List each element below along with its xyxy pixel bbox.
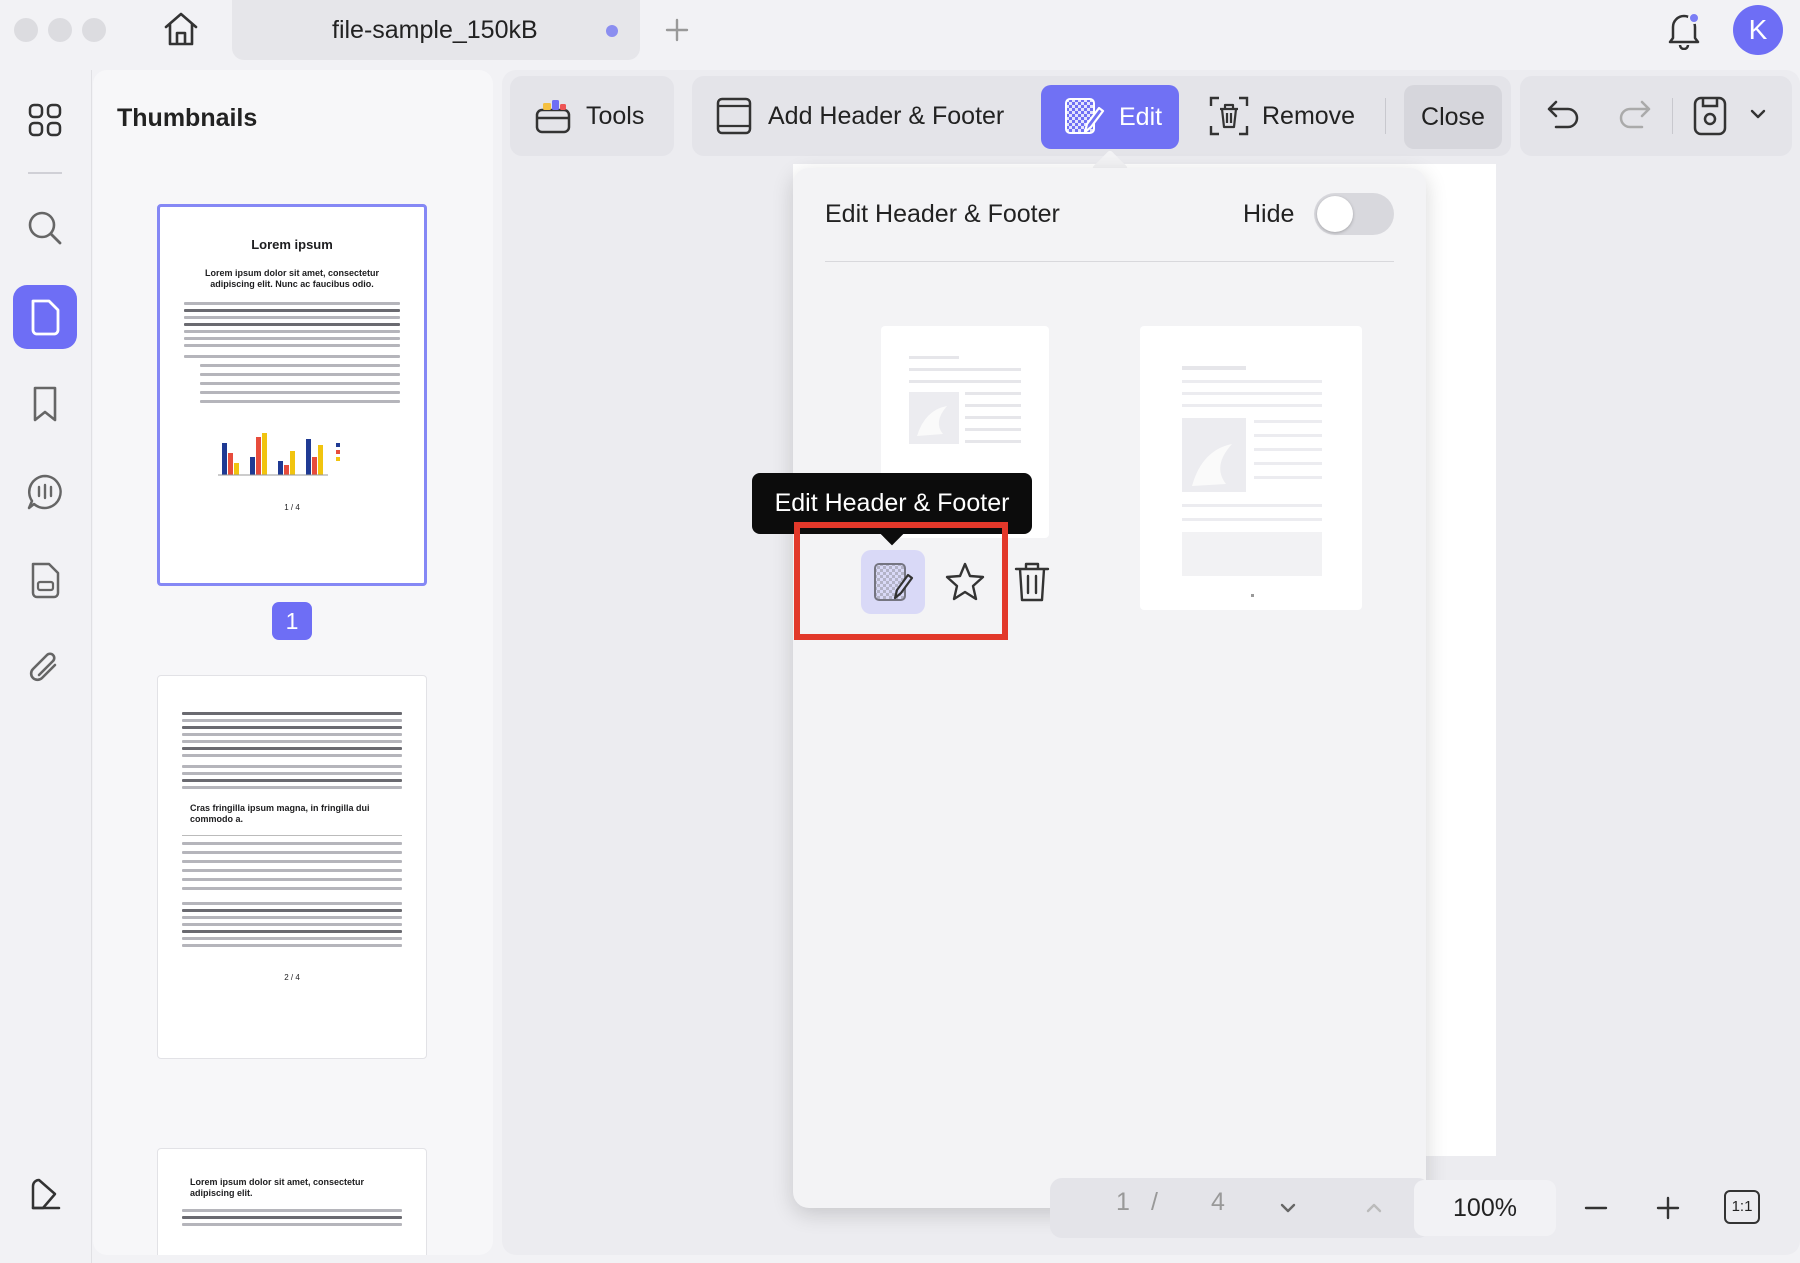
window-minimize-button[interactable] (48, 18, 72, 42)
thumb-chart (218, 433, 340, 476)
template-preview (1182, 366, 1322, 597)
divider (1385, 98, 1386, 134)
edit-label: Edit (1119, 102, 1163, 131)
page-tools-icon[interactable] (13, 548, 77, 612)
page-navigation-bar: 1 / 4 (1050, 1178, 1430, 1238)
hide-toggle[interactable] (1314, 193, 1394, 235)
page-current[interactable]: 1 (1116, 1188, 1130, 1217)
document-tab[interactable]: file-sample_150kB (232, 0, 640, 60)
divider (1672, 98, 1673, 134)
comment-icon[interactable] (13, 460, 77, 524)
undo-icon[interactable] (1544, 96, 1582, 134)
notification-badge (1688, 12, 1700, 24)
thumb-footer: 1 / 4 (284, 503, 300, 512)
remove-icon (1209, 96, 1249, 136)
zoom-in-icon[interactable] (1654, 1194, 1682, 1222)
bookmark-icon[interactable] (13, 372, 77, 436)
zoom-level[interactable]: 100% (1414, 1180, 1556, 1236)
page-number-1[interactable]: 1 (272, 602, 312, 640)
avatar[interactable]: K (1733, 5, 1783, 55)
thumb-heading: Lorem ipsum dolor sit amet, consectetur … (190, 1177, 365, 1198)
thumb-footer: 2 / 4 (284, 973, 300, 982)
actual-size-button[interactable]: 1:1 (1724, 1190, 1760, 1224)
page-total: 4 (1211, 1188, 1225, 1216)
toggle-knob (1317, 196, 1353, 232)
window-close-button[interactable] (14, 18, 38, 42)
apps-icon[interactable] (13, 88, 77, 152)
remove-button[interactable]: Remove (1208, 76, 1355, 156)
search-icon[interactable] (13, 196, 77, 260)
divider (28, 172, 62, 174)
tools-group: Tools (510, 76, 674, 156)
thumb-heading: Cras fringilla ipsum magna, in fringilla… (190, 803, 370, 824)
thumb-title: Lorem ipsum (251, 237, 333, 252)
tab-title: file-sample_150kB (332, 16, 538, 44)
chevron-down-icon[interactable] (1748, 104, 1768, 124)
page-separator: / (1151, 1188, 1158, 1216)
edit-header-footer-popover: Edit Header & Footer Hide (793, 168, 1426, 1208)
edit-button[interactable]: Edit (1041, 85, 1179, 149)
window-zoom-button[interactable] (82, 18, 106, 42)
history-toolbar (1520, 76, 1792, 156)
close-button[interactable]: Close (1404, 85, 1502, 149)
hide-label: Hide (1243, 200, 1295, 228)
chevron-up-icon[interactable] (1364, 1198, 1384, 1218)
unsaved-dot-icon (606, 25, 618, 37)
home-icon[interactable] (161, 9, 201, 49)
highlight-box (794, 522, 1008, 640)
page-thumbnail-3[interactable]: Lorem ipsum dolor sit amet, consectetur … (157, 1148, 427, 1255)
new-tab-icon[interactable] (664, 17, 690, 43)
header-footer-icon (716, 97, 752, 135)
thumb-subtitle: Lorem ipsum dolor sit amet, consectetur … (204, 268, 380, 289)
trash-icon[interactable] (1012, 560, 1052, 604)
chevron-down-icon[interactable] (1278, 1198, 1298, 1218)
add-header-footer-button[interactable]: Add Header & Footer (714, 76, 1004, 156)
thumbnails-panel: Thumbnails Lorem ipsum Lorem ipsum dolor… (93, 70, 493, 1255)
redo-icon[interactable] (1616, 96, 1654, 134)
divider (825, 261, 1394, 262)
add-header-footer-label: Add Header & Footer (768, 101, 1005, 130)
template-card-2[interactable] (1140, 326, 1362, 610)
title-bar: file-sample_150kB K (0, 0, 1800, 70)
toolbox-icon (535, 100, 571, 134)
page-thumbnail-1[interactable]: Lorem ipsum Lorem ipsum dolor sit amet, … (157, 204, 427, 586)
page-thumbnail-2[interactable]: Cras fringilla ipsum magna, in fringilla… (157, 675, 427, 1059)
tools-button[interactable]: Tools (534, 76, 644, 156)
theme-icon[interactable] (13, 1162, 77, 1226)
left-icon-bar (0, 70, 92, 1263)
thumbnails-title: Thumbnails (117, 104, 258, 132)
edit-icon (1065, 98, 1105, 134)
attachment-icon[interactable] (13, 635, 77, 699)
popover-title: Edit Header & Footer (825, 200, 1060, 228)
zoom-out-icon[interactable] (1582, 1194, 1610, 1222)
save-icon[interactable] (1690, 94, 1730, 138)
pages-icon[interactable] (13, 285, 77, 349)
tools-label: Tools (586, 101, 645, 130)
remove-label: Remove (1262, 101, 1356, 130)
